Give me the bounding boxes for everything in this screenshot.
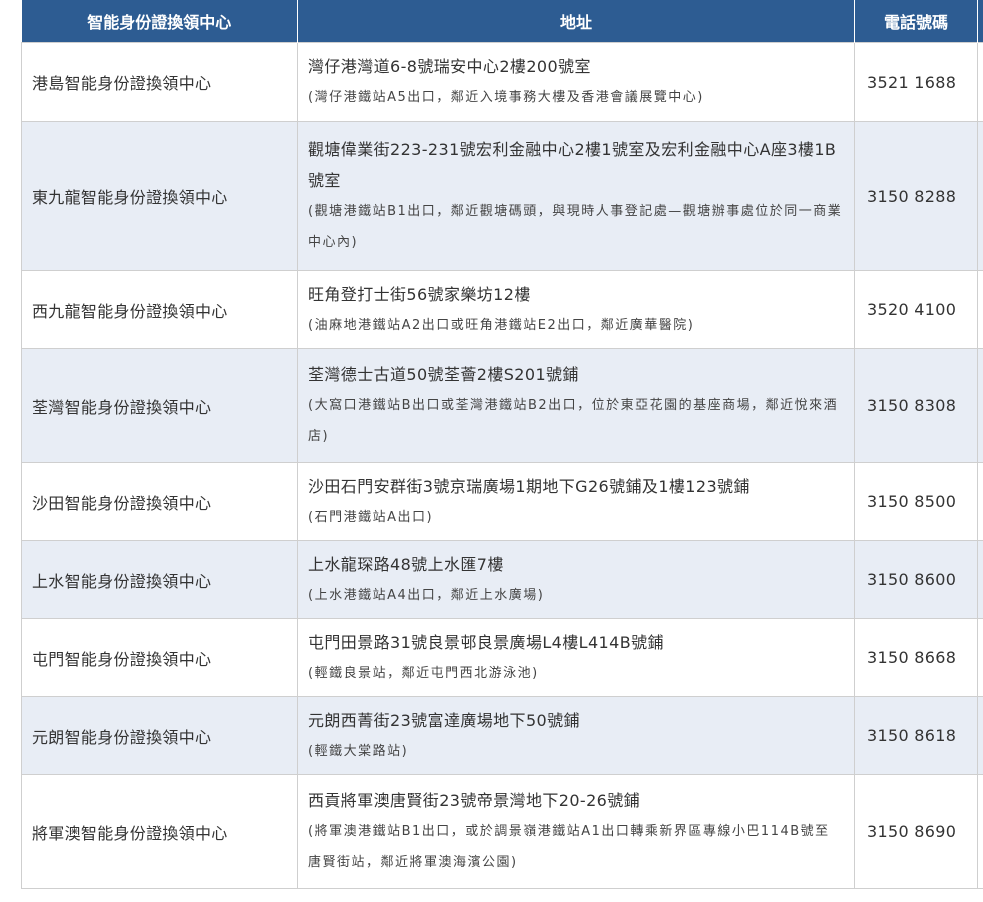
table-row: 東九龍智能身份證換領中心 觀塘偉業街223-231號宏利金融中心2樓1號室及宏利…	[21, 121, 983, 271]
address-text: 屯門田景路31號良景邨良景廣場L4樓L414B號鋪	[308, 632, 664, 652]
address-text: 沙田石門安群街3號京瑞廣場1期地下G26號鋪及1樓123號鋪	[308, 476, 750, 496]
phone-number: 3520 4100	[854, 270, 978, 349]
extra-cell	[977, 42, 983, 122]
extra-cell	[977, 774, 983, 889]
table-row: 沙田智能身份證換領中心 沙田石門安群街3號京瑞廣場1期地下G26號鋪及1樓123…	[21, 462, 983, 541]
address-note: (輕鐵大棠路站)	[308, 743, 409, 759]
column-header-extra	[977, 0, 983, 43]
center-name: 屯門智能身份證換領中心	[21, 618, 298, 697]
table-header-row: 智能身份證換領中心 地址 電話號碼	[21, 0, 983, 43]
phone-number: 3150 8690	[854, 774, 978, 889]
address-cell: 旺角登打士街56號家樂坊12樓 (油麻地港鐵站A2出口或旺角港鐵站E2出口，鄰近…	[297, 270, 855, 349]
center-name: 沙田智能身份證換領中心	[21, 462, 298, 541]
center-name: 將軍澳智能身份證換領中心	[21, 774, 298, 889]
extra-cell	[977, 618, 983, 697]
address-cell: 荃灣德士古道50號荃薈2樓S201號鋪 (大窩口港鐵站B出口或荃灣港鐵站B2出口…	[297, 348, 855, 463]
address-text: 西貢將軍澳唐賢街23號帝景灣地下20-26號鋪	[308, 791, 641, 810]
extra-cell	[977, 540, 983, 619]
address-text: 觀塘偉業街223-231號宏利金融中心2樓1號室及宏利金融中心A座3樓1B號室	[308, 140, 837, 190]
phone-number: 3150 8618	[854, 696, 978, 775]
column-header-center: 智能身份證換領中心	[21, 0, 298, 43]
center-name: 東九龍智能身份證換領中心	[21, 121, 298, 271]
phone-number: 3150 8288	[854, 121, 978, 271]
address-cell: 西貢將軍澳唐賢街23號帝景灣地下20-26號鋪 (將軍澳港鐵站B1出口，或於調景…	[297, 774, 855, 889]
address-note: (輕鐵良景站，鄰近屯門西北游泳池)	[308, 665, 539, 681]
phone-number: 3150 8600	[854, 540, 978, 619]
address-note: (上水港鐵站A4出口，鄰近上水廣場)	[308, 587, 545, 603]
address-note: (灣仔港鐵站A5出口，鄰近入境事務大樓及香港會議展覽中心)	[308, 90, 704, 105]
extra-cell	[977, 348, 983, 463]
address-cell: 屯門田景路31號良景邨良景廣場L4樓L414B號鋪 (輕鐵良景站，鄰近屯門西北游…	[297, 618, 855, 697]
extra-cell	[977, 121, 983, 271]
centers-table: 智能身份證換領中心 地址 電話號碼 港島智能身份證換領中心 灣仔港灣道6-8號瑞…	[21, 0, 983, 889]
address-cell: 元朗西菁街23號富達廣場地下50號鋪 (輕鐵大棠路站)	[297, 696, 855, 775]
address-cell: 上水龍琛路48號上水匯7樓 (上水港鐵站A4出口，鄰近上水廣場)	[297, 540, 855, 619]
table-row: 西九龍智能身份證換領中心 旺角登打士街56號家樂坊12樓 (油麻地港鐵站A2出口…	[21, 270, 983, 349]
table-row: 荃灣智能身份證換領中心 荃灣德士古道50號荃薈2樓S201號鋪 (大窩口港鐵站B…	[21, 348, 983, 463]
address-text: 上水龍琛路48號上水匯7樓	[308, 554, 504, 574]
phone-number: 3150 8668	[854, 618, 978, 697]
column-header-address: 地址	[297, 0, 855, 43]
address-text: 荃灣德士古道50號荃薈2樓S201號鋪	[308, 365, 579, 384]
column-header-phone: 電話號碼	[854, 0, 978, 43]
address-cell: 觀塘偉業街223-231號宏利金融中心2樓1號室及宏利金融中心A座3樓1B號室 …	[297, 121, 855, 271]
address-text: 元朗西菁街23號富達廣場地下50號鋪	[308, 710, 580, 730]
table-row: 屯門智能身份證換領中心 屯門田景路31號良景邨良景廣場L4樓L414B號鋪 (輕…	[21, 618, 983, 697]
table-row: 上水智能身份證換領中心 上水龍琛路48號上水匯7樓 (上水港鐵站A4出口，鄰近上…	[21, 540, 983, 619]
center-name: 西九龍智能身份證換領中心	[21, 270, 298, 349]
center-name: 元朗智能身份證換領中心	[21, 696, 298, 775]
address-note: (大窩口港鐵站B出口或荃灣港鐵站B2出口，位於東亞花園的基座商場，鄰近悅來酒店)	[308, 398, 839, 444]
address-note: (石門港鐵站A出口)	[308, 509, 434, 525]
center-name: 港島智能身份證換領中心	[21, 42, 298, 122]
phone-number: 3150 8308	[854, 348, 978, 463]
address-cell: 灣仔港灣道6-8號瑞安中心2樓200號室 (灣仔港鐵站A5出口，鄰近入境事務大樓…	[297, 42, 855, 122]
address-note: (油麻地港鐵站A2出口或旺角港鐵站E2出口，鄰近廣華醫院)	[308, 317, 695, 333]
address-note: (觀塘港鐵站B1出口，鄰近觀塘碼頭，與現時人事登記處—觀塘辦事處位於同一商業中心…	[308, 204, 843, 250]
table-row: 港島智能身份證換領中心 灣仔港灣道6-8號瑞安中心2樓200號室 (灣仔港鐵站A…	[21, 42, 983, 122]
phone-number: 3521 1688	[854, 42, 978, 122]
extra-cell	[977, 696, 983, 775]
table-row: 將軍澳智能身份證換領中心 西貢將軍澳唐賢街23號帝景灣地下20-26號鋪 (將軍…	[21, 774, 983, 889]
center-name: 上水智能身份證換領中心	[21, 540, 298, 619]
address-text: 旺角登打士街56號家樂坊12樓	[308, 284, 531, 304]
address-cell: 沙田石門安群街3號京瑞廣場1期地下G26號鋪及1樓123號鋪 (石門港鐵站A出口…	[297, 462, 855, 541]
extra-cell	[977, 462, 983, 541]
center-name: 荃灣智能身份證換領中心	[21, 348, 298, 463]
extra-cell	[977, 270, 983, 349]
table-row: 元朗智能身份證換領中心 元朗西菁街23號富達廣場地下50號鋪 (輕鐵大棠路站) …	[21, 696, 983, 775]
address-text: 灣仔港灣道6-8號瑞安中心2樓200號室	[308, 57, 591, 76]
address-note: (將軍澳港鐵站B1出口，或於調景嶺港鐵站A1出口轉乘新界區專線小巴114B號至唐…	[308, 824, 830, 870]
phone-number: 3150 8500	[854, 462, 978, 541]
centers-table-container: 智能身份證換領中心 地址 電話號碼 港島智能身份證換領中心 灣仔港灣道6-8號瑞…	[21, 0, 983, 889]
